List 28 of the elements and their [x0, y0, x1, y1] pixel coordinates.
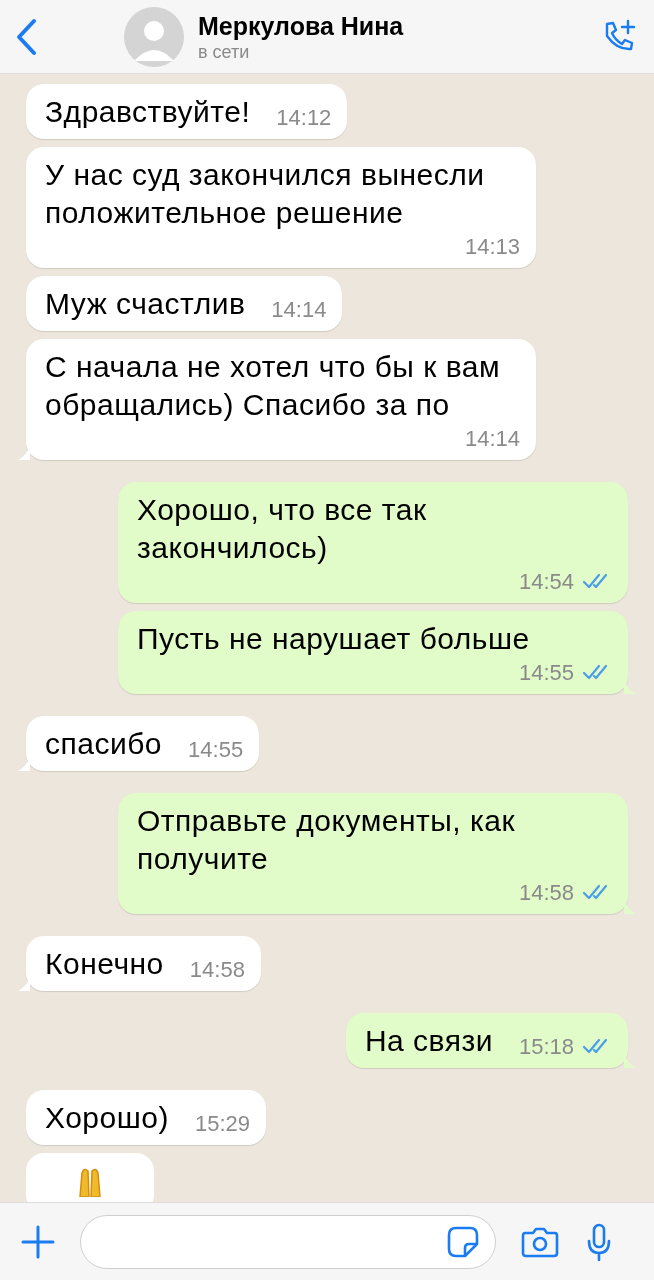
message-time: 14:58 — [189, 955, 245, 984]
message-time: 14:58 — [518, 878, 574, 907]
message-time: 14:13 — [464, 232, 520, 261]
message-time: 14:55 — [518, 658, 574, 687]
message-time: 14:12 — [276, 103, 332, 132]
sticker-icon[interactable] — [447, 1225, 479, 1258]
folded-hands-icon — [76, 1167, 104, 1197]
contact-status: в сети — [198, 40, 251, 63]
message-time: 14:14 — [464, 424, 520, 453]
message-time: 15:18 — [518, 1032, 574, 1061]
message-text: Здравствуйте! — [45, 94, 251, 130]
message-text: спасибо — [45, 726, 163, 762]
message-time: 14:54 — [518, 567, 574, 596]
contact-name: Меркулова Нина — [198, 10, 404, 41]
add-button[interactable] — [20, 1223, 56, 1260]
message-text: Отправьте документы, как получите — [137, 803, 517, 877]
message-input[interactable] — [80, 1214, 496, 1269]
message-text: На связи — [364, 1023, 493, 1059]
message-time: 14:14 — [271, 295, 327, 324]
message-text: Муж счастлив — [45, 286, 246, 322]
message-text: Пусть не нарушает больше — [137, 621, 530, 657]
message-text: Хорошо, что все так закончилось) — [137, 492, 428, 566]
message-time: 15:29 — [194, 1109, 251, 1138]
message-text: Конечно — [45, 946, 164, 982]
message-text: Хорошо) — [45, 1100, 169, 1136]
message-time: 14:55 — [188, 735, 244, 764]
message-text: У нас суд закончился вынесли положительное решение — [45, 157, 486, 231]
message-text: С начала не хотел что бы к вам обращались) Спасибо за по — [45, 349, 502, 423]
